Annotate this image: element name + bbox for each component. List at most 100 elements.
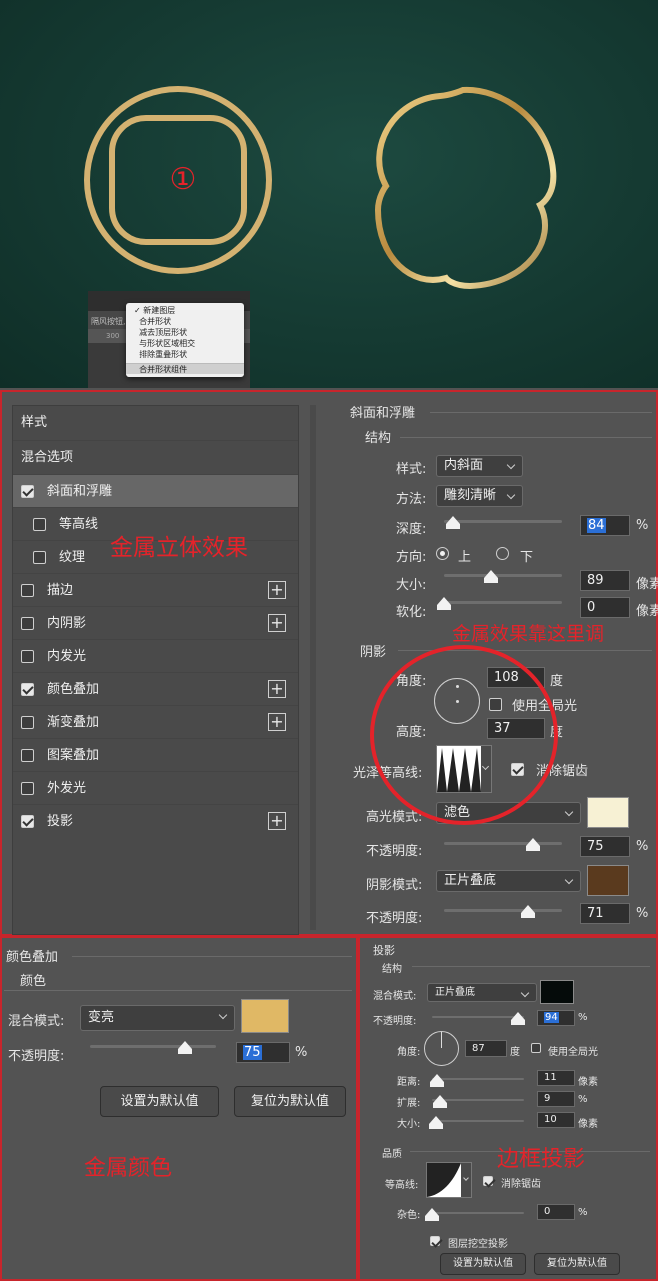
bevel-style-dropdown[interactable]: 内斜面	[436, 455, 523, 477]
blend-mode-label: 混合模式:	[8, 1014, 65, 1029]
style-checkbox[interactable]	[21, 815, 34, 828]
size-slider[interactable]	[444, 570, 562, 583]
divider	[430, 412, 652, 413]
shadow-color-swatch[interactable]	[540, 980, 574, 1004]
style-list: 样式 混合选项 斜面和浮雕 等高线 纹理 描边 + 内阴影 + 内发光 颜色叠加 + 渐变叠加 + 图案…	[12, 405, 299, 935]
blend-mode-dropdown[interactable]: 变亮	[80, 1005, 235, 1031]
reset-default-button[interactable]: 复位为默认值	[534, 1253, 620, 1275]
opacity-label: 不透明度:	[366, 911, 423, 926]
shadow-opacity-slider[interactable]	[444, 905, 562, 918]
divider	[400, 437, 652, 438]
shadow-opacity-slider[interactable]	[432, 1012, 526, 1025]
styles-heading[interactable]: 样式	[13, 406, 298, 440]
shadow-blend-dropdown[interactable]: 正片叠底	[427, 983, 537, 1002]
unit: %	[578, 1012, 588, 1023]
menu-item[interactable]: 排除重叠形状	[126, 349, 244, 360]
shadow-opacity-input[interactable]: 94	[537, 1010, 575, 1026]
style-checkbox[interactable]	[21, 782, 34, 795]
soften-slider[interactable]	[437, 597, 562, 610]
add-style-icon[interactable]: +	[268, 680, 286, 698]
noise-slider[interactable]	[425, 1208, 524, 1221]
structure-heading: 结构	[365, 431, 392, 446]
slider-thumb[interactable]	[484, 570, 499, 583]
unit: %	[636, 839, 649, 854]
shadow-contour-picker[interactable]	[426, 1162, 472, 1198]
technique-dropdown[interactable]: 雕刻清晰	[436, 485, 523, 507]
shadow-opacity-input[interactable]: 71	[580, 903, 630, 924]
slider-thumb[interactable]	[428, 1116, 443, 1129]
distance-slider[interactable]	[429, 1074, 524, 1087]
shadow-size-slider[interactable]	[428, 1116, 524, 1129]
distance-input[interactable]: 11	[537, 1070, 575, 1086]
style-checkbox[interactable]	[21, 485, 34, 498]
add-style-icon[interactable]: +	[268, 614, 286, 632]
reset-default-button[interactable]: 复位为默认值	[234, 1086, 346, 1117]
size-input[interactable]: 89	[580, 570, 630, 591]
overlay-opacity-slider[interactable]	[90, 1041, 216, 1054]
overlay-opacity-input[interactable]: 75	[236, 1042, 290, 1063]
style-item-label: 图案叠加	[47, 748, 100, 763]
anti-alias-checkbox[interactable]	[483, 1176, 493, 1186]
style-checkbox[interactable]	[21, 617, 34, 630]
add-style-icon[interactable]: +	[268, 812, 286, 830]
menu-item-merge-components[interactable]: 合并形状组件	[126, 363, 244, 374]
style-list-item[interactable]: 图案叠加	[13, 738, 298, 771]
slider-thumb[interactable]	[525, 838, 540, 851]
set-default-button[interactable]: 设置为默认值	[100, 1086, 219, 1117]
direction-up-radio[interactable]	[436, 547, 449, 560]
unit: 像素	[636, 577, 658, 592]
slider-thumb[interactable]	[425, 1208, 439, 1221]
style-list-item[interactable]: 外发光	[13, 771, 298, 804]
shadow-angle-dial[interactable]	[424, 1031, 459, 1066]
slider-thumb[interactable]	[433, 1095, 448, 1108]
spread-slider[interactable]	[432, 1095, 524, 1108]
slider-thumb[interactable]	[520, 905, 535, 918]
menu-item[interactable]: ✓ 新建图层	[126, 305, 244, 316]
spread-input[interactable]: 9	[537, 1091, 575, 1107]
shadow-mode-dropdown[interactable]: 正片叠底	[436, 870, 581, 892]
shadow-color-swatch[interactable]	[587, 865, 629, 896]
style-checkbox[interactable]	[21, 650, 34, 663]
style-list-item[interactable]: 斜面和浮雕	[13, 474, 298, 507]
style-checkbox[interactable]	[33, 518, 46, 531]
style-list-item[interactable]: 描边 +	[13, 573, 298, 606]
slider-thumb[interactable]	[177, 1041, 192, 1054]
menu-item[interactable]: 与形状区域相交	[126, 338, 244, 349]
style-list-item[interactable]: 颜色叠加 +	[13, 672, 298, 705]
menu-item[interactable]: 减去顶层形状	[126, 327, 244, 338]
style-checkbox[interactable]	[21, 716, 34, 729]
menu-item[interactable]: 合并形状	[126, 316, 244, 327]
noise-input[interactable]: 0	[537, 1204, 575, 1220]
style-checkbox[interactable]	[33, 551, 46, 564]
set-default-button[interactable]: 设置为默认值	[440, 1253, 526, 1275]
depth-input[interactable]: 84	[580, 515, 630, 536]
style-list-item[interactable]: 投影 +	[13, 804, 298, 837]
soften-input[interactable]: 0	[580, 597, 630, 618]
style-list-item[interactable]: 内发光	[13, 639, 298, 672]
slider-thumb[interactable]	[446, 516, 461, 529]
style-list-item[interactable]: 内阴影 +	[13, 606, 298, 639]
direction-down-radio[interactable]	[496, 547, 509, 560]
quality-heading: 品质	[382, 1149, 402, 1160]
highlight-opacity-input[interactable]: 75	[580, 836, 630, 857]
depth-slider[interactable]	[444, 516, 562, 529]
knockout-checkbox[interactable]	[430, 1236, 440, 1246]
style-checkbox[interactable]	[21, 584, 34, 597]
bevel-title: 斜面和浮雕	[350, 406, 416, 421]
shadow-angle-input[interactable]: 87	[465, 1040, 507, 1057]
highlight-color-swatch[interactable]	[587, 797, 629, 828]
style-checkbox[interactable]	[21, 683, 34, 696]
overlay-color-swatch[interactable]	[241, 999, 289, 1033]
style-checkbox[interactable]	[21, 749, 34, 762]
shadow-size-input[interactable]: 10	[537, 1112, 575, 1128]
style-list-item[interactable]: 渐变叠加 +	[13, 705, 298, 738]
global-light-checkbox[interactable]	[531, 1043, 541, 1053]
blend-options-item[interactable]: 混合选项	[13, 440, 298, 474]
contour-preview	[427, 1163, 461, 1197]
slider-thumb[interactable]	[437, 597, 451, 610]
add-style-icon[interactable]: +	[268, 713, 286, 731]
slider-thumb[interactable]	[429, 1074, 444, 1087]
add-style-icon[interactable]: +	[268, 581, 286, 599]
highlight-opacity-slider[interactable]	[444, 838, 562, 851]
slider-thumb[interactable]	[511, 1012, 526, 1025]
